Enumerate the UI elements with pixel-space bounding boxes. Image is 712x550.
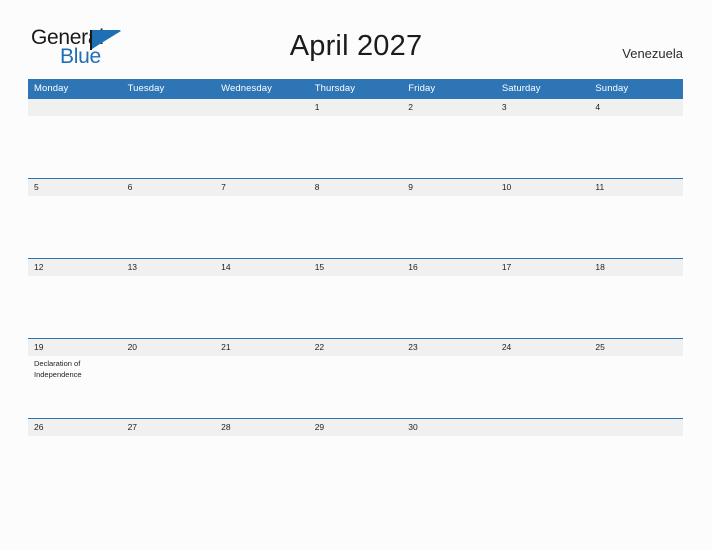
- calendar-body: 1 2 3 4 5 6 7 8 9 10 11 12 13 14 15 16 17 18 19 Declaration…: [28, 98, 683, 498]
- calendar-week-row: 26 27 28 29 30: [28, 418, 683, 498]
- day-number: 23: [402, 338, 496, 356]
- calendar-day-cell-empty: [215, 98, 309, 178]
- day-number: 18: [589, 258, 683, 276]
- weekday-header-friday: Friday: [402, 79, 496, 98]
- region-label: Venezuela: [622, 46, 683, 61]
- calendar-day-cell[interactable]: 1: [308, 98, 403, 178]
- day-number: 10: [495, 178, 590, 196]
- day-number: 16: [402, 258, 496, 276]
- day-number: [28, 98, 122, 116]
- day-number: 17: [495, 258, 590, 276]
- day-number: 13: [121, 258, 216, 276]
- calendar-day-cell-empty: [121, 98, 216, 178]
- day-number: 29: [308, 418, 403, 436]
- calendar-header-row: Monday Tuesday Wednesday Thursday Friday…: [28, 79, 683, 98]
- calendar-week-row: 5 6 7 8 9 10 11: [28, 178, 683, 258]
- calendar-day-cell[interactable]: 19 Declaration of Independence: [28, 338, 122, 418]
- calendar-day-cell[interactable]: 21: [215, 338, 309, 418]
- weekday-header-monday: Monday: [28, 79, 122, 98]
- calendar-day-cell-empty: [495, 418, 590, 498]
- calendar-day-cell[interactable]: 13: [121, 258, 216, 338]
- day-events: Declaration of Independence: [28, 356, 122, 380]
- day-number: 19: [28, 338, 122, 356]
- calendar-day-cell[interactable]: 5: [28, 178, 122, 258]
- calendar-day-cell[interactable]: 9: [402, 178, 496, 258]
- day-number: 30: [402, 418, 496, 436]
- calendar-day-cell[interactable]: 24: [495, 338, 590, 418]
- calendar-day-cell[interactable]: 25: [589, 338, 683, 418]
- calendar-day-cell[interactable]: 30: [402, 418, 496, 498]
- day-number: 8: [308, 178, 403, 196]
- calendar-day-cell-empty: [28, 98, 122, 178]
- day-number: 2: [402, 98, 496, 116]
- calendar-day-cell[interactable]: 23: [402, 338, 496, 418]
- day-number: 14: [215, 258, 309, 276]
- day-number: 20: [121, 338, 216, 356]
- day-number: 22: [308, 338, 403, 356]
- day-number: [121, 98, 216, 116]
- day-number: [589, 418, 683, 436]
- day-number: 21: [215, 338, 309, 356]
- calendar-day-cell-empty: [589, 418, 683, 498]
- calendar-week-row: 19 Declaration of Independence 20 21 22 23 24 2…: [28, 338, 683, 418]
- calendar-container: Monday Tuesday Wednesday Thursday Friday…: [28, 79, 683, 498]
- calendar-day-cell[interactable]: 27: [121, 418, 216, 498]
- weekday-header-sunday: Sunday: [589, 79, 683, 98]
- calendar-day-cell[interactable]: 15: [308, 258, 403, 338]
- calendar-day-cell[interactable]: 28: [215, 418, 309, 498]
- calendar-week-row: 12 13 14 15 16 17 18: [28, 258, 683, 338]
- day-number: 5: [28, 178, 122, 196]
- calendar-day-cell[interactable]: 22: [308, 338, 403, 418]
- calendar-table: Monday Tuesday Wednesday Thursday Friday…: [28, 79, 683, 498]
- calendar-day-cell[interactable]: 29: [308, 418, 403, 498]
- calendar-day-cell[interactable]: 3: [495, 98, 590, 178]
- calendar-day-cell[interactable]: 14: [215, 258, 309, 338]
- calendar-day-cell[interactable]: 8: [308, 178, 403, 258]
- calendar-day-cell[interactable]: 10: [495, 178, 590, 258]
- calendar-day-cell[interactable]: 26: [28, 418, 122, 498]
- day-number: 26: [28, 418, 122, 436]
- calendar-day-cell[interactable]: 2: [402, 98, 496, 178]
- calendar-day-cell[interactable]: 20: [121, 338, 216, 418]
- page-title: April 2027: [289, 30, 423, 62]
- calendar-day-cell[interactable]: 17: [495, 258, 590, 338]
- day-number: 24: [495, 338, 590, 356]
- calendar-week-row: 1234: [28, 98, 683, 178]
- page-header: General Blue April 2027 Venezuela: [0, 0, 712, 79]
- calendar-day-cell[interactable]: 6: [121, 178, 216, 258]
- day-number: 28: [215, 418, 309, 436]
- calendar-day-cell[interactable]: 7: [215, 178, 309, 258]
- day-number: [495, 418, 590, 436]
- weekday-header-thursday: Thursday: [308, 79, 403, 98]
- holiday-event: Declaration of Independence: [34, 359, 82, 379]
- day-number: 25: [589, 338, 683, 356]
- day-number: 27: [121, 418, 216, 436]
- day-number: 3: [495, 98, 590, 116]
- day-number: 12: [28, 258, 122, 276]
- calendar-day-cell[interactable]: 16: [402, 258, 496, 338]
- day-number: 9: [402, 178, 496, 196]
- calendar-day-cell[interactable]: 12: [28, 258, 122, 338]
- day-number: 11: [589, 178, 683, 196]
- day-number: [215, 98, 309, 116]
- day-number: 15: [308, 258, 403, 276]
- weekday-header-tuesday: Tuesday: [121, 79, 216, 98]
- calendar-day-cell[interactable]: 18: [589, 258, 683, 338]
- calendar-day-cell[interactable]: 4: [589, 98, 683, 178]
- day-number: 6: [121, 178, 216, 196]
- day-number: 4: [589, 98, 683, 116]
- weekday-header-wednesday: Wednesday: [215, 79, 309, 98]
- calendar-day-cell[interactable]: 11: [589, 178, 683, 258]
- weekday-header-saturday: Saturday: [495, 79, 590, 98]
- day-number: 7: [215, 178, 309, 196]
- day-number: 1: [308, 98, 403, 116]
